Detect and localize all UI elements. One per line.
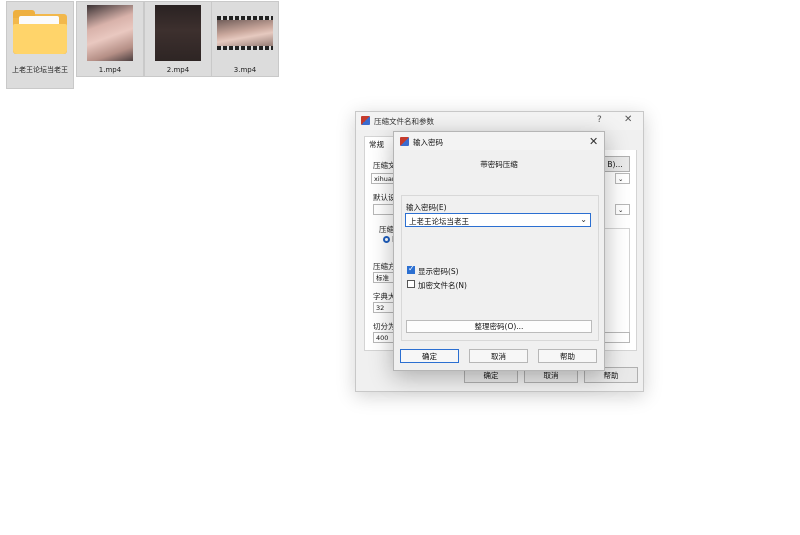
password-dialog: 输入密码 ✕ 带密码压缩 输入密码(E) 上老王论坛当老王 ⌄ 显示密码(S) … <box>393 131 605 371</box>
file-name: 1.mp4 <box>98 66 122 74</box>
encrypt-filenames-checkbox[interactable] <box>407 280 415 288</box>
ok-button[interactable]: 确定 <box>400 349 459 363</box>
tab-general[interactable]: 常规 <box>364 136 396 151</box>
file-name: 上老王论坛当老王 <box>12 66 68 74</box>
show-password-label: 显示密码(S) <box>418 267 459 276</box>
password-input[interactable]: 上老王论坛当老王 ⌄ <box>405 213 591 227</box>
encrypt-filenames-label: 加密文件名(N) <box>418 281 467 290</box>
file-name: 3.mp4 <box>233 66 257 74</box>
format-label: 压缩 <box>379 225 394 234</box>
file-name: 2.mp4 <box>166 66 190 74</box>
video-thumbnail <box>155 5 201 61</box>
video-thumbnail <box>217 16 273 50</box>
cancel-button[interactable]: 取消 <box>469 349 528 363</box>
split-input[interactable]: 400 <box>373 332 395 343</box>
video-item[interactable]: 3.mp4 <box>211 1 279 77</box>
help-icon[interactable]: ? <box>597 115 602 125</box>
winrar-icon <box>400 137 409 146</box>
winrar-icon <box>361 116 370 125</box>
folder-item[interactable]: 上老王论坛当老王 <box>6 1 74 89</box>
method-select[interactable]: 标准 <box>373 272 395 283</box>
organize-passwords-button[interactable]: 整理密码(O)... <box>406 320 592 333</box>
profile-dropdown[interactable]: ⌄ <box>615 204 630 215</box>
password-label: 输入密码(E) <box>406 203 447 212</box>
dialog-header: 带密码压缩 <box>480 160 518 169</box>
show-password-checkbox[interactable] <box>407 264 415 274</box>
close-icon[interactable]: ✕ <box>624 114 632 125</box>
video-item[interactable]: 2.mp4 <box>144 1 212 77</box>
split-unit-select[interactable] <box>601 332 630 343</box>
video-thumbnail <box>87 5 133 61</box>
title-bar: 压缩文件名和参数 ? ✕ <box>356 112 643 130</box>
archive-name-dropdown[interactable]: ⌄ <box>615 173 630 184</box>
chevron-down-icon[interactable]: ⌄ <box>580 215 587 224</box>
password-value: 上老王论坛当老王 <box>409 217 469 226</box>
film-strip-icon <box>217 16 273 20</box>
help-button[interactable]: 帮助 <box>538 349 597 363</box>
close-icon[interactable]: ✕ <box>589 135 598 148</box>
film-strip-icon <box>217 46 273 50</box>
password-group: 输入密码(E) 上老王论坛当老王 ⌄ 显示密码(S) 加密文件名(N) 整理密码… <box>401 195 599 341</box>
title-bar: 输入密码 ✕ <box>394 132 604 150</box>
dialog-title: 压缩文件名和参数 <box>374 117 434 126</box>
format-radio[interactable] <box>383 236 390 243</box>
video-item[interactable]: 1.mp4 <box>76 1 144 77</box>
profile-select[interactable] <box>373 204 395 215</box>
dict-select[interactable]: 32 <box>373 302 395 313</box>
dialog-title: 输入密码 <box>413 138 443 147</box>
